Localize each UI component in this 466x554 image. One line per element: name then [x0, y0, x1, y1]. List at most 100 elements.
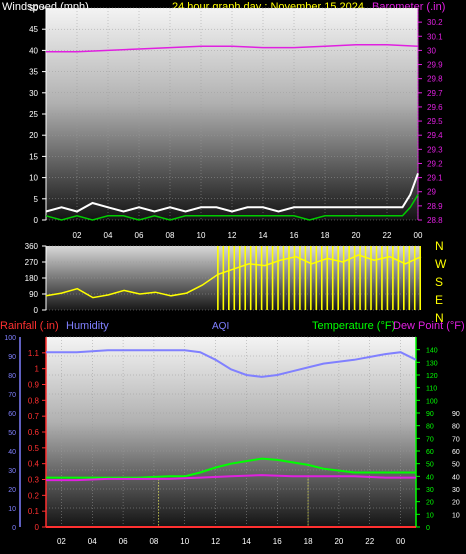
humidity-tick-label: 0 — [12, 525, 16, 532]
rain-tick-label: 0.2 — [28, 491, 40, 500]
direction-y-tick-label: 360 — [25, 242, 39, 251]
wind-x-tick-label: 08 — [166, 231, 175, 240]
temp-tick-label: 110 — [426, 386, 437, 393]
direction-y-tick-label: 180 — [25, 274, 39, 283]
temp-tick-label: 70 — [426, 436, 434, 443]
barometer-tick-label: 29.3 — [427, 145, 443, 154]
wind-x-tick-label: 00 — [414, 231, 423, 240]
wind-x-tick-label: 06 — [135, 231, 144, 240]
humidity-x-tick-label: 22 — [365, 537, 374, 546]
barometer-tick-label: 29.2 — [427, 159, 443, 168]
weather-charts-svg: 0510152025303540455028.828.92929.129.229… — [4, 4, 460, 546]
temp-tick-label: 100 — [426, 398, 438, 405]
humidity-x-tick-label: 06 — [119, 537, 128, 546]
humidity-x-tick-label: 02 — [57, 537, 66, 546]
humidity-x-tick-label: 16 — [273, 537, 282, 546]
humidity-x-tick-label: 04 — [88, 537, 97, 546]
dewpoint-tick-label: 70 — [452, 436, 460, 443]
dewpoint-tick-label: 40 — [452, 474, 460, 481]
humidity-x-tick-label: 12 — [211, 537, 220, 546]
wind-y-tick-label: 20 — [29, 131, 38, 140]
temp-tick-label: 40 — [426, 474, 434, 481]
dewpoint-tick-label: 10 — [452, 512, 460, 519]
dewpoint-tick-label: 90 — [452, 411, 460, 418]
barometer-tick-label: 29.4 — [427, 131, 443, 140]
barometer-tick-label: 29.6 — [427, 103, 443, 112]
rain-tick-label: 0.5 — [28, 444, 40, 453]
dewpoint-tick-label: 80 — [452, 424, 460, 431]
temp-tick-label: 0 — [426, 525, 430, 532]
temp-tick-label: 130 — [426, 360, 438, 367]
dewpoint-tick-label: 20 — [452, 500, 460, 507]
wind-x-tick-label: 04 — [104, 231, 113, 240]
humidity-tick-label: 20 — [8, 487, 16, 494]
barometer-tick-label: 30.2 — [427, 18, 443, 27]
direction-y-tick-label: 0 — [34, 306, 39, 315]
rain-tick-label: 1.1 — [28, 349, 40, 358]
humidity-x-tick-label: 00 — [396, 537, 405, 546]
rain-tick-label: 1 — [35, 365, 40, 374]
wind-y-tick-label: 10 — [29, 174, 38, 183]
wind-y-tick-label: 15 — [29, 152, 38, 161]
humidity-tick-label: 70 — [8, 392, 16, 399]
temp-tick-label: 50 — [426, 462, 434, 469]
temp-tick-label: 80 — [426, 424, 434, 431]
humidity-tick-label: 80 — [8, 373, 16, 380]
barometer-tick-label: 29.7 — [427, 89, 443, 98]
barometer-tick-label: 29.9 — [427, 61, 443, 70]
humidity-x-tick-label: 18 — [304, 537, 313, 546]
wind-y-tick-label: 35 — [29, 68, 38, 77]
rain-tick-label: 0.7 — [28, 412, 40, 421]
humidity-x-tick-label: 10 — [180, 537, 189, 546]
wind-x-tick-label: 20 — [352, 231, 361, 240]
temp-tick-label: 20 — [426, 500, 434, 507]
humidity-tick-label: 100 — [4, 335, 16, 342]
barometer-tick-label: 29.1 — [427, 174, 443, 183]
rain-tick-label: 0.4 — [28, 460, 40, 469]
humidity-tick-label: 60 — [8, 411, 16, 418]
temp-tick-label: 10 — [426, 512, 434, 519]
rain-tick-label: 0.6 — [28, 428, 40, 437]
wind-y-tick-label: 45 — [29, 25, 38, 34]
humidity-panel-background — [46, 337, 416, 527]
humidity-x-tick-label: 14 — [242, 537, 251, 546]
dewpoint-tick-label: 60 — [452, 449, 460, 456]
barometer-tick-label: 28.9 — [427, 202, 443, 211]
wind-y-tick-label: 5 — [34, 195, 39, 204]
dewpoint-tick-label: 30 — [452, 487, 460, 494]
humidity-x-tick-label: 08 — [149, 537, 158, 546]
wind-x-tick-label: 14 — [259, 231, 268, 240]
temp-tick-label: 120 — [426, 373, 438, 380]
rain-tick-label: 0.9 — [28, 381, 40, 390]
wind-y-tick-label: 50 — [29, 4, 38, 13]
humidity-x-tick-label: 20 — [334, 537, 343, 546]
temp-tick-label: 60 — [426, 449, 434, 456]
barometer-tick-label: 28.8 — [427, 216, 443, 225]
humidity-tick-label: 40 — [8, 449, 16, 456]
wind-y-tick-label: 0 — [34, 216, 39, 225]
humidity-tick-label: 90 — [8, 354, 16, 361]
dewpoint-tick-label: 50 — [452, 462, 460, 469]
barometer-tick-label: 29.5 — [427, 117, 443, 126]
wind-y-tick-label: 30 — [29, 89, 38, 98]
barometer-tick-label: 29.8 — [427, 75, 443, 84]
rain-tick-label: 0.8 — [28, 396, 40, 405]
wind-x-tick-label: 16 — [290, 231, 299, 240]
temp-tick-label: 140 — [426, 348, 438, 355]
humidity-tick-label: 50 — [8, 430, 16, 437]
barometer-tick-label: 29 — [427, 188, 436, 197]
wind-y-tick-label: 25 — [29, 110, 38, 119]
direction-y-tick-label: 270 — [25, 258, 39, 267]
rain-tick-label: 0.3 — [28, 476, 40, 485]
humidity-tick-label: 30 — [8, 468, 16, 475]
wind-x-tick-label: 02 — [73, 231, 82, 240]
direction-y-tick-label: 90 — [29, 290, 38, 299]
temp-tick-label: 30 — [426, 487, 434, 494]
rain-tick-label: 0 — [35, 523, 40, 532]
barometer-tick-label: 30.1 — [427, 32, 443, 41]
wind-y-tick-label: 40 — [29, 46, 38, 55]
rain-tick-label: 0.1 — [28, 507, 40, 516]
temp-tick-label: 90 — [426, 411, 434, 418]
wind-x-tick-label: 10 — [197, 231, 206, 240]
weather-graph-page: Windspeed (mph) 24 hour graph day : Nove… — [0, 0, 466, 554]
